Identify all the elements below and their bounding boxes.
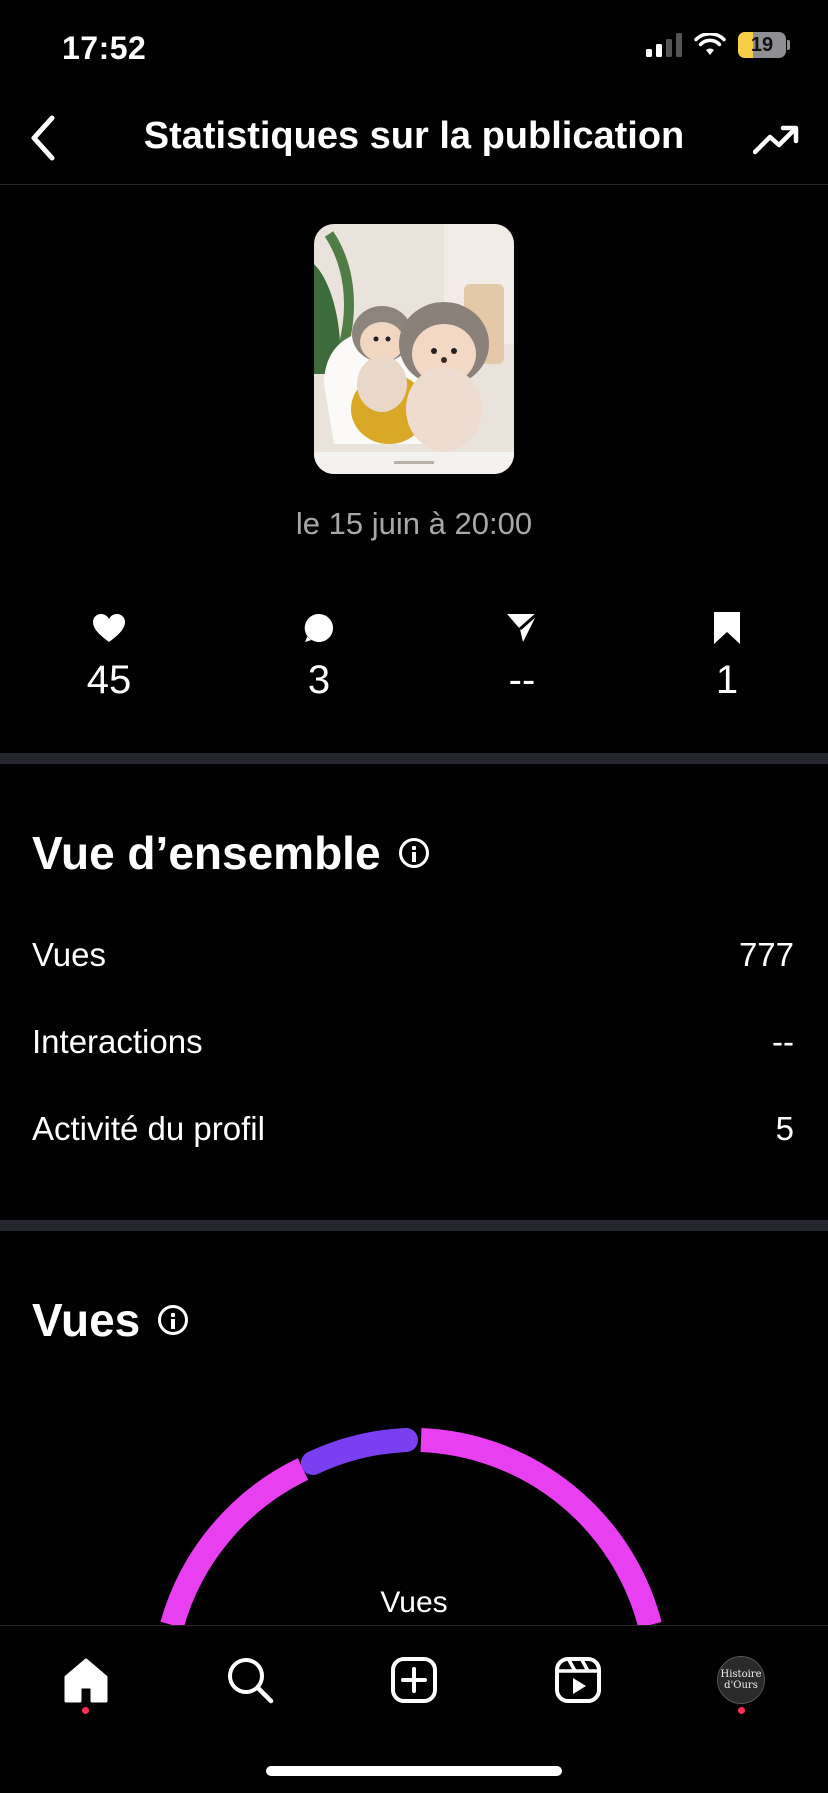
info-icon[interactable]: [158, 1305, 189, 1335]
likes-metric: 45: [9, 608, 209, 703]
comment-icon: [304, 613, 333, 642]
views-title: Vues: [32, 1294, 141, 1346]
row-value: 777: [738, 936, 794, 973]
avatar-line2: d'Ours: [724, 1680, 758, 1691]
battery-level: 19: [750, 33, 774, 56]
overview-title-row: Vue d’ensemble: [32, 826, 429, 880]
section-divider: [0, 1220, 828, 1231]
row-value: 5: [775, 1110, 794, 1147]
section-divider: [0, 753, 828, 764]
row-value: --: [772, 1023, 794, 1060]
share-icon: [507, 612, 538, 642]
row-label: Interactions: [32, 1023, 203, 1060]
avatar-line1: Histoire: [720, 1669, 762, 1680]
create-icon: [391, 1657, 437, 1703]
reels-icon: [555, 1657, 601, 1703]
shares-metric: --: [422, 608, 622, 703]
saves-metric: 1: [627, 608, 827, 703]
tab-home[interactable]: [54, 1648, 118, 1712]
home-notification-dot: [82, 1707, 89, 1714]
overview-row-profile-activity: Activité du profil 5: [32, 1110, 794, 1148]
home-indicator: [266, 1766, 562, 1776]
post-image: [314, 224, 514, 474]
trending-button[interactable]: [750, 116, 802, 164]
comments-metric: 3: [219, 608, 419, 703]
bookmark-icon: [714, 612, 740, 644]
views-title-row: Vues: [32, 1293, 189, 1347]
heart-icon: [93, 614, 125, 642]
post-thumbnail[interactable]: [314, 224, 514, 474]
info-icon[interactable]: [398, 838, 429, 868]
search-icon: [228, 1658, 274, 1704]
profile-avatar: Histoire d'Ours: [717, 1656, 765, 1704]
battery-icon: 19: [738, 32, 786, 58]
donut-segment-middle: [301, 1428, 418, 1475]
row-label: Vues: [32, 936, 106, 973]
donut-center-label: Vues: [380, 1586, 448, 1619]
overview-title: Vue d’ensemble: [32, 827, 381, 879]
page-title: Statistiques sur la publication: [143, 115, 685, 157]
tab-search[interactable]: [218, 1648, 282, 1712]
wifi-icon: [694, 33, 726, 55]
status-time: 17:52: [62, 30, 147, 66]
row-label: Activité du profil: [32, 1110, 265, 1147]
trending-up-icon: [753, 125, 799, 155]
overview-row-views: Vues 777: [32, 936, 794, 974]
tab-profile[interactable]: Histoire d'Ours: [709, 1648, 773, 1712]
profile-notification-dot: [738, 1707, 745, 1714]
cellular-signal-icon: [646, 33, 682, 57]
shares-count: --: [508, 658, 536, 702]
home-icon: [64, 1658, 108, 1703]
comments-count: 3: [307, 658, 331, 702]
status-indicators: 19: [646, 32, 790, 58]
overview-row-interactions: Interactions --: [32, 1023, 794, 1061]
tab-reels[interactable]: [546, 1648, 610, 1712]
post-date: le 15 juin à 20:00: [295, 506, 533, 541]
header-divider: [0, 184, 828, 185]
likes-count: 45: [86, 658, 132, 702]
tab-create[interactable]: [382, 1648, 446, 1712]
saves-count: 1: [715, 658, 739, 702]
